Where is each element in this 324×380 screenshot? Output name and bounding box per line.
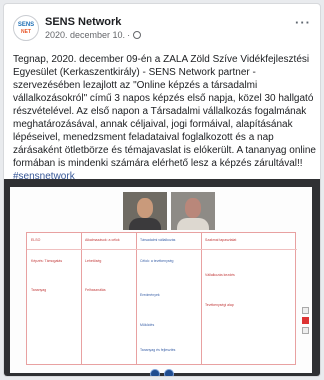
doc-cell: Vállalkozás kezdés	[205, 273, 235, 277]
post-date[interactable]: 2020. december 10.	[45, 29, 125, 41]
control-button[interactable]	[164, 369, 174, 376]
doc-cell: Működés	[140, 323, 155, 327]
facebook-post: SENS NET SENS Network 2020. december 10.…	[3, 3, 321, 377]
color-picker-icon[interactable]	[302, 317, 309, 324]
doc-cell: Társadalmi vállalkozás	[140, 238, 176, 242]
avatar[interactable]: SENS NET	[13, 15, 39, 41]
post-header: SENS NET SENS Network 2020. december 10.…	[13, 13, 311, 43]
post-media-screenshot[interactable]: ELSŐ Alkalmazások: a célok Társadalmi vá…	[4, 179, 320, 376]
participant-head	[185, 198, 201, 218]
post-subline: 2020. december 10. ·	[45, 29, 142, 41]
doc-column	[137, 233, 202, 364]
post-body: Tegnap, 2020. december 09-én a ZALA Zöld…	[13, 54, 316, 169]
doc-cell: Célok: a tevékenység	[140, 259, 174, 263]
doc-cell: Képzés: Támogatás	[31, 259, 63, 263]
doc-cell: Felhasználás	[85, 288, 106, 292]
annotation-toolbar	[302, 307, 310, 334]
control-button[interactable]	[150, 369, 160, 376]
doc-cell: Lehetőség	[85, 259, 102, 263]
video-tiles	[123, 192, 215, 230]
participant-body	[129, 218, 161, 230]
doc-divider	[27, 249, 297, 250]
more-options-icon[interactable]: ···	[295, 15, 311, 30]
doc-cell: Szakmai tapasztalat	[205, 238, 237, 242]
avatar-logo-line1: SENS	[17, 21, 35, 28]
pen-tool-icon[interactable]	[302, 307, 309, 314]
meeting-controls	[150, 369, 174, 376]
doc-cell: ELSŐ	[31, 238, 41, 242]
doc-cell: Tananyag	[31, 288, 47, 292]
participant-head	[137, 198, 153, 218]
doc-column	[202, 233, 297, 364]
post-meta: SENS Network 2020. december 10. ·	[45, 16, 142, 41]
avatar-logo-line2: NET	[21, 28, 31, 35]
page-name-link[interactable]: SENS Network	[45, 16, 141, 29]
doc-cell: Tevékenységi alap	[205, 303, 234, 307]
globe-icon	[133, 30, 142, 39]
doc-cell: Tananyag és fejlesztés	[140, 348, 176, 352]
doc-column	[82, 233, 137, 364]
participant-video	[123, 192, 167, 230]
doc-cell: Eredmények	[140, 293, 160, 297]
doc-cell: Alkalmazások: a célok	[85, 238, 120, 242]
shared-screen: ELSŐ Alkalmazások: a célok Társadalmi vá…	[10, 187, 312, 373]
separator: ·	[127, 29, 131, 40]
participant-video	[171, 192, 215, 230]
eraser-tool-icon[interactable]	[302, 327, 309, 334]
presentation-document: ELSŐ Alkalmazások: a célok Társadalmi vá…	[26, 232, 297, 365]
participant-body	[177, 218, 209, 230]
doc-column	[27, 233, 82, 364]
post-text: Tegnap, 2020. december 09-én a ZALA Zöld…	[13, 53, 316, 183]
